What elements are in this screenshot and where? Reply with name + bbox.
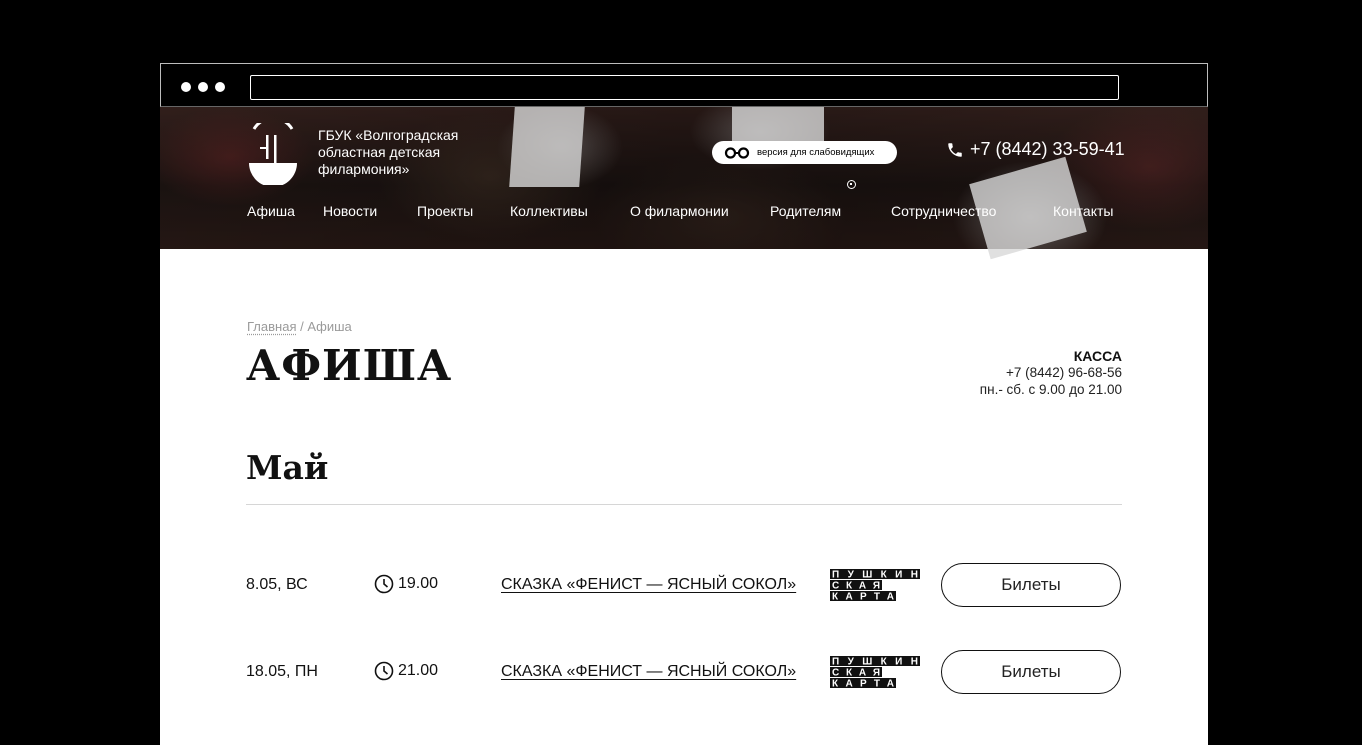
nav-item-collectives[interactable]: Коллективы [510, 203, 588, 219]
window-dot[interactable] [215, 82, 225, 92]
nav-item-afisha[interactable]: Афиша [247, 203, 295, 219]
clock-icon [374, 661, 394, 681]
browser-window: ГБУК «Волгоградская областная детская фи… [160, 63, 1208, 745]
breadcrumb-separator: / [296, 319, 308, 334]
breadcrumb: Главная / Афиша [247, 319, 352, 334]
box-office-phone[interactable]: +7 (8442) 96-68-56 [980, 364, 1122, 381]
tickets-button[interactable]: Билеты [941, 563, 1121, 607]
header-phone-number: +7 (8442) 33-59-41 [970, 139, 1125, 159]
main-nav: Афиша Новости Проекты Коллективы О филар… [160, 203, 1208, 223]
pushkin-card-logo: ПУШКИН СКАЯ КАРТА [830, 656, 920, 688]
mouse-cursor [847, 180, 856, 189]
main-content: Главная / Афиша АФИША КАССА +7 (8442) 96… [160, 249, 1208, 745]
phone-icon [948, 142, 962, 157]
breadcrumb-current: Афиша [307, 319, 352, 334]
low-vision-label: версия для слабовидящих [757, 147, 875, 158]
nav-item-parents[interactable]: Родителям [770, 203, 841, 219]
address-bar[interactable] [250, 75, 1119, 100]
window-dot[interactable] [181, 82, 191, 92]
window-controls[interactable] [181, 82, 225, 92]
breadcrumb-home-link[interactable]: Главная [247, 319, 296, 334]
nav-item-about[interactable]: О филармонии [630, 203, 729, 219]
pushkin-card-logo: ПУШКИН СКАЯ КАРТА [830, 569, 920, 601]
event-time-value: 21.00 [398, 662, 439, 679]
nav-item-contacts[interactable]: Контакты [1053, 203, 1113, 219]
divider [246, 504, 1122, 505]
window-dot[interactable] [198, 82, 208, 92]
nav-item-news[interactable]: Новости [323, 203, 377, 219]
header-phone[interactable]: +7 (8442) 33-59-41 [946, 139, 1125, 160]
event-time-value: 19.00 [398, 575, 439, 592]
box-office-hours: пн.- сб. с 9.00 до 21.00 [979, 382, 1122, 397]
philharmonic-logo[interactable] [246, 123, 300, 185]
event-time: 19.00 [374, 574, 438, 594]
event-row: 18.05, ПН 21.00 СКАЗКА «ФЕНИСТ — ЯСНЫЙ С… [160, 650, 1208, 694]
browser-chrome [160, 63, 1208, 107]
page-title: АФИША [246, 341, 453, 390]
event-time: 21.00 [374, 661, 438, 681]
site-header: ГБУК «Волгоградская областная детская фи… [160, 107, 1208, 260]
org-name: ГБУК «Волгоградская областная детская фи… [318, 127, 459, 177]
box-office-info: КАССА +7 (8442) 96-68-56 пн.- сб. с 9.00… [980, 348, 1122, 398]
event-title-link[interactable]: СКАЗКА «ФЕНИСТ — ЯСНЫЙ СОКОЛ» [501, 576, 796, 594]
glasses-icon [724, 146, 750, 159]
tickets-button[interactable]: Билеты [941, 650, 1121, 694]
event-date: 18.05, ПН [246, 663, 318, 680]
event-row: 8.05, ВС 19.00 СКАЗКА «ФЕНИСТ — ЯСНЫЙ СО… [160, 563, 1208, 607]
month-heading: Май [246, 448, 329, 487]
clock-icon [374, 574, 394, 594]
event-date: 8.05, ВС [246, 576, 308, 593]
nav-item-projects[interactable]: Проекты [417, 203, 473, 219]
event-title-link[interactable]: СКАЗКА «ФЕНИСТ — ЯСНЫЙ СОКОЛ» [501, 663, 796, 681]
box-office-title: КАССА [1073, 348, 1122, 364]
nav-item-cooperation[interactable]: Сотрудничество [891, 203, 996, 219]
low-vision-version-button[interactable]: версия для слабовидящих [712, 141, 897, 164]
